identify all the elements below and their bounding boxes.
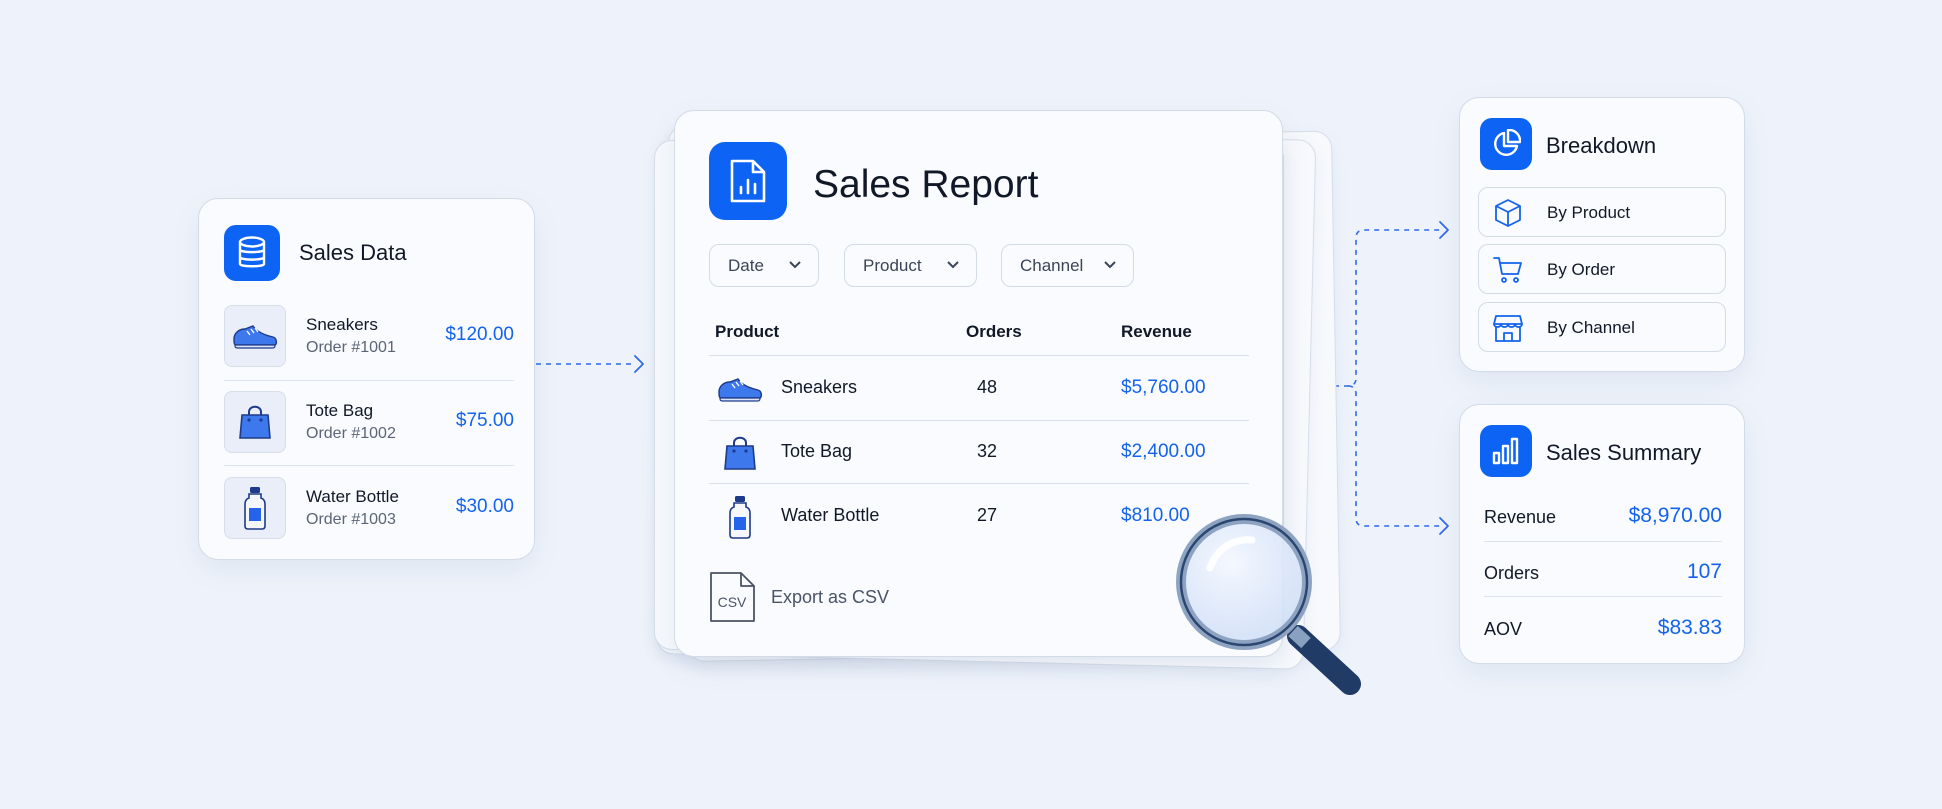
cell-product: Tote Bag — [781, 441, 853, 461]
chevron-down-icon — [1104, 261, 1116, 269]
bar-chart-icon — [1480, 425, 1532, 477]
report-title: Sales Report — [813, 163, 1039, 206]
item-name: Tote Bag — [306, 401, 374, 420]
breakdown-by-order-button[interactable]: By Order — [1478, 244, 1726, 294]
tote-bag-icon — [709, 431, 771, 475]
row-divider — [224, 380, 514, 381]
table-row[interactable]: Tote Bag 32 $2,400.00 — [709, 421, 1249, 483]
item-order: Order #1003 — [306, 511, 396, 528]
summary-row-aov: AOV $83.83 — [1484, 615, 1722, 645]
tote-bag-icon — [224, 391, 286, 453]
filter-label: Product — [863, 255, 922, 275]
channel-filter-dropdown[interactable]: Channel — [1001, 244, 1134, 287]
item-name: Water Bottle — [306, 487, 399, 506]
breakdown-item-label: By Channel — [1547, 318, 1635, 337]
sneaker-icon — [709, 367, 771, 411]
filter-label: Channel — [1020, 255, 1084, 275]
table-divider — [709, 483, 1249, 484]
cell-product: Sneakers — [781, 377, 858, 397]
arrowhead-breakdown — [1439, 221, 1449, 239]
sneaker-icon — [224, 305, 286, 367]
water-bottle-icon — [224, 477, 286, 539]
cell-revenue: $2,400.00 — [1121, 441, 1206, 462]
summary-label: Revenue — [1484, 507, 1557, 527]
breakdown-item-label: By Order — [1547, 260, 1616, 279]
arrowhead-report — [634, 355, 644, 373]
breakdown-by-product-button[interactable]: By Product — [1478, 187, 1726, 237]
item-price: $120.00 — [445, 324, 514, 345]
chevron-down-icon — [947, 261, 959, 269]
arrowhead-summary — [1439, 517, 1449, 535]
breakdown-card: Breakdown By Product By Order By Channel — [1459, 97, 1745, 372]
summary-value: $83.83 — [1657, 616, 1722, 639]
sales-summary-card: Sales Summary Revenue $8,970.00 Orders 1… — [1459, 404, 1745, 664]
date-filter-dropdown[interactable]: Date — [709, 244, 819, 287]
column-header-orders[interactable]: Orders — [966, 322, 1022, 342]
database-icon — [224, 225, 280, 281]
cell-orders: 48 — [977, 377, 998, 397]
storefront-icon — [1493, 313, 1523, 343]
sales-data-card: Sales Data Sneakers Order #1001 $120.00 … — [198, 198, 535, 560]
breakdown-item-label: By Product — [1547, 203, 1631, 222]
row-divider — [1484, 596, 1722, 597]
item-order: Order #1002 — [306, 425, 396, 442]
item-order: Order #1001 — [306, 339, 396, 356]
csv-icon-text: CSV — [718, 594, 747, 610]
cell-product: Water Bottle — [781, 505, 880, 525]
column-header-product[interactable]: Product — [715, 322, 779, 342]
cell-revenue: $5,760.00 — [1121, 377, 1206, 398]
summary-value: 107 — [1686, 560, 1722, 583]
sales-summary-title: Sales Summary — [1546, 440, 1702, 465]
breakdown-by-channel-button[interactable]: By Channel — [1478, 302, 1726, 352]
cell-orders: 27 — [977, 505, 998, 525]
summary-row-revenue: Revenue $8,970.00 — [1484, 503, 1722, 533]
report-document-icon — [709, 142, 787, 220]
item-name: Sneakers — [306, 315, 378, 334]
column-header-revenue[interactable]: Revenue — [1121, 322, 1192, 342]
chevron-down-icon — [789, 261, 801, 269]
product-filter-dropdown[interactable]: Product — [844, 244, 977, 287]
magnifying-glass-icon — [1176, 514, 1361, 695]
row-divider — [224, 465, 514, 466]
export-csv-link[interactable]: Export as CSV — [771, 587, 889, 608]
table-row[interactable]: Sneakers 48 $5,760.00 — [709, 357, 1249, 419]
cell-orders: 32 — [977, 441, 998, 461]
filter-label: Date — [728, 255, 764, 275]
connector-report-to-summary — [1347, 385, 1440, 527]
table-row[interactable]: Water Bottle 27 $810.00 — [709, 485, 1249, 547]
pie-chart-icon — [1480, 118, 1532, 170]
sales-data-title: Sales Data — [299, 240, 407, 265]
cart-icon — [1493, 255, 1523, 285]
list-item[interactable]: Water Bottle Order #1003 $30.00 — [224, 477, 514, 539]
item-price: $75.00 — [455, 410, 514, 431]
item-price: $30.00 — [455, 496, 514, 517]
list-item[interactable]: Tote Bag Order #1002 $75.00 — [224, 391, 514, 453]
list-item[interactable]: Sneakers Order #1001 $120.00 — [224, 305, 514, 367]
csv-file-icon[interactable]: CSV — [709, 571, 757, 623]
breakdown-title: Breakdown — [1546, 133, 1657, 158]
table-divider — [709, 355, 1249, 356]
summary-row-orders: Orders 107 — [1484, 559, 1722, 589]
box-icon — [1493, 198, 1523, 228]
water-bottle-icon — [709, 495, 771, 539]
summary-label: AOV — [1484, 619, 1523, 639]
summary-value: $8,970.00 — [1628, 504, 1722, 527]
summary-label: Orders — [1484, 563, 1540, 583]
row-divider — [1484, 541, 1722, 542]
